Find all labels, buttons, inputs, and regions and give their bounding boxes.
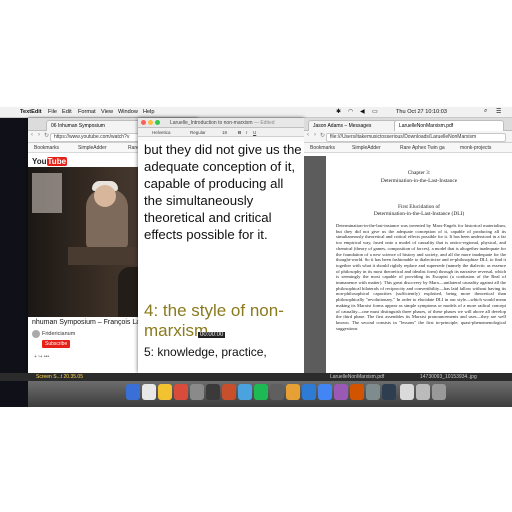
pdf-tab-strip: Jason Adams – Messages LaruelleNonMarxis… [304,118,512,131]
pdf-chapter-title: Determination-in-the-Last-Instance [380,178,458,184]
pdf-reload-icon[interactable]: ↻ [320,132,325,139]
bluetooth-icon[interactable]: ✱ [336,108,341,115]
pdf-section-label: First Elucidation of [398,204,440,210]
video-background-screen [32,173,62,213]
menu-app-name[interactable]: TextEdit [20,109,42,115]
menu-view[interactable]: View [101,109,113,115]
textedit-titlebar: Laruelle_Introduction to non-marxism — E… [138,118,304,128]
app-icon-gray[interactable] [366,384,380,400]
pdf-back-arrow-icon[interactable]: ‹ [307,132,309,138]
tab-messages-label: Jason Adams – Messages [313,123,372,129]
menu-help[interactable]: Help [143,109,155,115]
pdf-bookmark-simpleadder[interactable]: SimpleAdder [352,145,381,151]
tab-youtube[interactable]: 06 Inhuman Symposium [46,120,148,131]
screenshot-filename[interactable]: Screen S...t 20.35.05 [36,374,83,380]
back-arrow-icon[interactable]: ‹ [31,132,33,138]
notification-center-icon[interactable]: ☰ [496,108,501,115]
font-family-select[interactable]: Helvetica [152,130,171,135]
finder-icon[interactable] [126,384,140,400]
textedit-icon[interactable] [142,384,156,400]
app-icon-blue[interactable] [302,384,316,400]
app-icon-orange[interactable] [350,384,364,400]
pdf-bookmark-bookmarks[interactable]: Bookmarks [310,145,335,151]
app-icon-red[interactable] [174,384,188,400]
pdf-bookmark-monk-projects[interactable]: monk-projects [460,145,491,151]
menu-file[interactable]: File [48,109,57,115]
menu-format[interactable]: Format [78,109,96,115]
app-icon-amber[interactable] [286,384,300,400]
youtube-logo-tube: Tube [46,157,68,166]
pdf-address-row: ‹ › ↻ file:///Users/itakemusictosserious… [304,131,512,143]
document-paragraph: but they did not give us the adequate co… [144,142,302,242]
app-icon-dark[interactable] [206,384,220,400]
textedit-window: Laruelle_Introduction to non-marxism — E… [138,118,304,373]
bookmark-bookmarks[interactable]: Bookmarks [34,145,59,151]
channel-name[interactable]: Fridericianum [42,331,75,337]
volume-icon[interactable]: ◀ [360,108,365,115]
speaker-head [94,185,116,207]
font-style-select[interactable]: Regular [190,130,206,135]
format-toolbar: Helvetica Regular 18 B I U [138,128,304,137]
app-icon-purple[interactable] [334,384,348,400]
download-item-jpg[interactable]: 14730093_10153934..jpg [420,374,477,380]
browser-window-pdf: Jason Adams – Messages LaruelleNonMarxis… [304,118,512,373]
channel-avatar[interactable] [32,330,40,338]
pdf-document-icon[interactable] [400,384,414,400]
font-size-select[interactable]: 18 [222,130,227,135]
downloads-bar: Screen S...t 20.35.05 LaruelleNonMarxism… [0,373,512,381]
minimize-window-button[interactable] [148,120,153,125]
app-icon-dark[interactable] [382,384,396,400]
close-window-button[interactable] [141,120,146,125]
menu-edit[interactable]: Edit [62,109,72,115]
spotlight-search-icon[interactable]: ⌕ [484,108,487,115]
menu-bar: TextEdit File Edit Format View Window He… [0,107,512,118]
app-icon-orange[interactable] [222,384,236,400]
trash-icon[interactable] [432,384,446,400]
document-title-name: Laruelle_Introduction to non-marxism [170,119,253,126]
zoom-window-button[interactable] [155,120,160,125]
pdf-section-title: Determination-in-the-Last-Instance (DLI) [373,211,465,217]
document-title: Laruelle_Introduction to non-marxism — E… [170,120,275,126]
video-timecode-overlay: 00:00:00 [198,332,226,338]
menubar-clock[interactable]: Thu Oct 27 10:10:03 [396,109,447,115]
tab-pdf[interactable]: LaruelleNonMarxism.pdf [394,120,504,131]
pdf-bookmark-rare-aphex[interactable]: Rare Aphex Twin ga [400,145,445,151]
tab-messages[interactable]: Jason Adams – Messages [308,120,398,131]
downloads-stack-icon[interactable] [416,384,430,400]
tab-pdf-label: LaruelleNonMarxism.pdf [399,123,454,129]
document-edited-status: — Edited [253,119,275,126]
spotify-icon[interactable] [254,384,268,400]
pdf-side-margin [304,156,326,373]
reload-icon[interactable]: ↻ [44,132,49,139]
underline-button[interactable]: U [253,130,256,135]
pdf-bookmarks-bar: Bookmarks SimpleAdder Rare Aphex Twin ga… [304,143,512,153]
chrome-icon[interactable] [318,384,332,400]
bold-button[interactable]: B [238,130,241,135]
app-icon-gray[interactable] [190,384,204,400]
desktop-screen: TextEdit File Edit Format View Window He… [0,107,512,407]
bookmark-simpleadder[interactable]: SimpleAdder [78,145,107,151]
app-icon-gray[interactable] [270,384,284,400]
forward-arrow-icon[interactable]: › [38,132,40,138]
pdf-forward-arrow-icon[interactable]: › [314,132,316,138]
download-item-pdf[interactable]: LaruelleNonMarxism.pdf [330,374,384,380]
battery-icon[interactable]: ▭ [372,108,378,115]
subscribe-button[interactable]: Subscribe [42,340,71,348]
notes-icon[interactable] [158,384,172,400]
youtube-logo-you: You [32,157,47,166]
dock [28,381,512,407]
wifi-icon[interactable]: ◠ [348,108,353,115]
menu-window[interactable]: Window [118,109,138,115]
pdf-chapter-label: Chapter 3: [407,170,431,176]
tab-youtube-label: 06 Inhuman Symposium [51,123,105,129]
pdf-url-field[interactable]: file:///Users/itakemusictosserious/Downl… [326,133,506,142]
pdf-paragraph: Determination-in-the-last-instance was i… [336,223,506,331]
document-body[interactable]: but they did not give us the adequate co… [138,141,304,373]
pdf-page[interactable]: Chapter 3: Determination-in-the-Last-Ins… [326,156,512,373]
app-icon-blue[interactable] [238,384,252,400]
document-next-line: 5: knowledge, practice, [144,345,267,359]
video-actions[interactable]: + ↪ ••• [34,354,49,360]
youtube-logo[interactable]: YouTube [32,157,68,166]
italic-button[interactable]: I [246,130,247,135]
